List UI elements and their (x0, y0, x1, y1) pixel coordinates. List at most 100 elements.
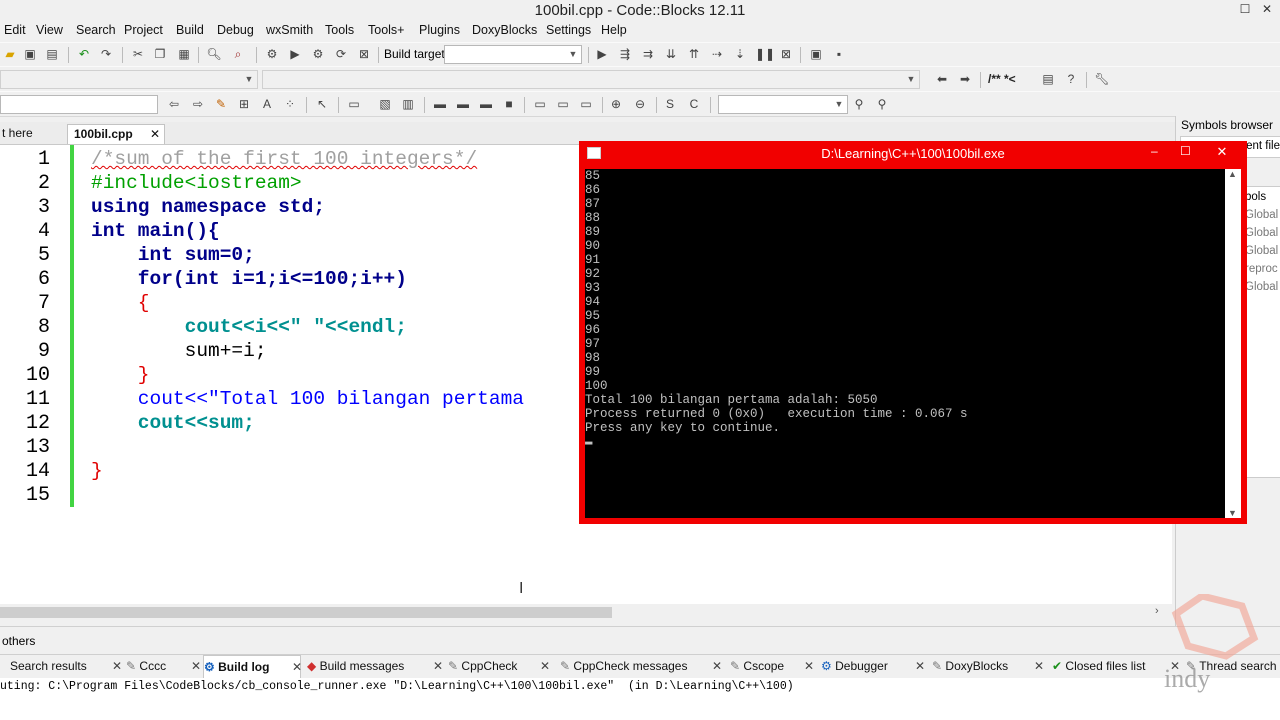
console-minimize-icon[interactable]: – (1151, 144, 1158, 158)
menu-tools-plus[interactable]: Tools+ (368, 23, 404, 37)
debug-windows-icon[interactable]: ▣ (808, 46, 824, 62)
step-into-icon[interactable]: ⇊ (663, 46, 679, 62)
layout-icon[interactable]: ▥ (400, 96, 416, 112)
c-icon[interactable]: C (686, 96, 702, 112)
tab-cccc[interactable]: ✎ Cccc ✕ (126, 655, 201, 678)
tab-cppcheck-messages[interactable]: ✎ CppCheck messages ✕ (560, 655, 722, 678)
menu-search[interactable]: Search (76, 23, 116, 37)
menu-doxyblocks[interactable]: DoxyBlocks (472, 23, 537, 37)
pause-icon[interactable]: ❚❚ (755, 46, 775, 62)
search-icon[interactable]: ⚲ (874, 96, 890, 112)
tree-item[interactable]: Global (1245, 281, 1278, 293)
scroll-down-icon[interactable]: ▼ (1228, 508, 1237, 518)
menu-help[interactable]: Help (601, 23, 627, 37)
copy-icon[interactable]: ❐ (152, 46, 168, 62)
tab-build-messages[interactable]: ◆ Build messages ✕ (307, 655, 443, 678)
tab-search-results[interactable]: Search results ✕ (0, 655, 128, 678)
menu-plugins[interactable]: Plugins (419, 23, 460, 37)
back-arrow-icon[interactable]: ⇦ (166, 96, 182, 112)
redo-icon[interactable]: ↷ (98, 46, 114, 62)
tree-item[interactable]: Global (1245, 245, 1278, 257)
frame-b-icon[interactable]: ▭ (555, 96, 571, 112)
select-icon[interactable]: ⁘ (282, 96, 298, 112)
replace-icon[interactable]: ⌕ (230, 46, 246, 62)
menu-debug[interactable]: Debug (217, 23, 254, 37)
text-icon[interactable]: A (259, 96, 275, 112)
abort-icon[interactable]: ⊠ (356, 46, 372, 62)
box-icon[interactable]: ■ (501, 96, 517, 112)
doxy-comment-button[interactable]: /** *< (988, 72, 1016, 86)
jump-back-icon[interactable]: ⬅ (934, 71, 950, 87)
menu-view[interactable]: View (36, 23, 63, 37)
rect-icon[interactable]: ▭ (346, 96, 362, 112)
open-folder-icon[interactable]: ▰ (2, 46, 18, 62)
tab-100bil-cpp[interactable]: 100bil.cpp ✕ (67, 124, 165, 144)
menu-wxsmith[interactable]: wxSmith (266, 23, 313, 37)
search-combo[interactable] (0, 95, 158, 114)
function-select[interactable]: ▼ (262, 70, 920, 89)
doxy-extract-icon[interactable]: ▤ (1040, 71, 1056, 87)
bookmark-icon[interactable]: ⊞ (236, 96, 252, 112)
frame-a-icon[interactable]: ▭ (532, 96, 548, 112)
zoom-out-icon[interactable]: ⊖ (632, 96, 648, 112)
console-scrollbar[interactable]: ▲ ▼ (1225, 169, 1241, 518)
build-target-select[interactable]: ▼ (444, 45, 582, 64)
menu-edit[interactable]: Edit (4, 23, 26, 37)
image-icon[interactable]: ▧ (377, 96, 393, 112)
close-button[interactable]: ✕ (1254, 0, 1280, 20)
forward-arrow-icon[interactable]: ⇨ (190, 96, 206, 112)
menu-tools[interactable]: Tools (325, 23, 354, 37)
scroll-right-icon[interactable]: › (1155, 605, 1159, 617)
menu-project[interactable]: Project (124, 23, 163, 37)
zoom-search-icon[interactable]: ⚲ (851, 96, 867, 112)
save-all-icon[interactable]: ▤ (44, 46, 60, 62)
align-top-icon[interactable]: ▬ (432, 96, 448, 112)
tab-cppcheck[interactable]: ✎ CppCheck ✕ (448, 655, 550, 678)
tab-build-log[interactable]: ⚙ Build log ✕ (203, 655, 302, 680)
tree-item[interactable]: bols (1245, 191, 1266, 203)
find-icon[interactable]: 🔍︎ (206, 46, 222, 62)
tree-item[interactable]: Global (1245, 209, 1278, 221)
menu-build[interactable]: Build (176, 23, 204, 37)
menu-settings[interactable]: Settings (546, 23, 591, 37)
zoom-select[interactable]: ▼ (718, 95, 848, 114)
tree-item[interactable]: reproc (1245, 263, 1278, 275)
editor-hscrollbar[interactable]: › (0, 604, 1172, 621)
scope-select[interactable]: ▼ (0, 70, 258, 89)
console-maximize-icon[interactable]: ☐ (1180, 144, 1191, 158)
cut-icon[interactable]: ✂ (130, 46, 146, 62)
console-close-button[interactable]: ✕ (1200, 142, 1244, 162)
undo-icon[interactable]: ↶ (76, 46, 92, 62)
paste-icon[interactable]: ▦ (176, 46, 192, 62)
various-info-icon[interactable]: ▪ (831, 46, 847, 62)
step-instruction-icon[interactable]: ⇣ (732, 46, 748, 62)
tab-closed-files-list[interactable]: ✔ Closed files list ✕ (1052, 655, 1180, 678)
scroll-thumb[interactable] (0, 607, 612, 618)
wrench-icon[interactable]: 🔧︎ (1094, 71, 1110, 87)
s-icon[interactable]: S (662, 96, 678, 112)
tab-start-here[interactable]: t here (0, 124, 66, 143)
frame-c-icon[interactable]: ▭ (578, 96, 594, 112)
save-icon[interactable]: ▣ (22, 46, 38, 62)
rebuild-icon[interactable]: ⟳ (333, 46, 349, 62)
tab-cscope[interactable]: ✎ Cscope ✕ (730, 655, 814, 678)
scroll-up-icon[interactable]: ▲ (1228, 169, 1237, 179)
stop-icon[interactable]: ⊠ (778, 46, 794, 62)
tab-debugger[interactable]: ⚙ Debugger ✕ (821, 655, 925, 678)
jump-forward-icon[interactable]: ➡ (957, 71, 973, 87)
debug-run-icon[interactable]: ▶ (594, 46, 610, 62)
doxy-help-icon[interactable]: ? (1063, 71, 1079, 87)
step-out-icon[interactable]: ⇈ (686, 46, 702, 62)
pointer-icon[interactable]: ↖ (314, 96, 330, 112)
tree-item[interactable]: Global (1245, 227, 1278, 239)
run-icon[interactable]: ▶ (287, 46, 303, 62)
next-instruction-icon[interactable]: ⇢ (709, 46, 725, 62)
build-gear-icon[interactable]: ⚙ (264, 46, 280, 62)
zoom-in-icon[interactable]: ⊕ (608, 96, 624, 112)
next-line-icon[interactable]: ⇉ (640, 46, 656, 62)
highlight-icon[interactable]: ✎ (213, 96, 229, 112)
run-to-cursor-icon[interactable]: ⇶ (617, 46, 633, 62)
build-run-icon[interactable]: ⚙ (310, 46, 326, 62)
tab-doxyblocks[interactable]: ✎ DoxyBlocks ✕ (932, 655, 1044, 678)
align-middle-icon[interactable]: ▬ (455, 96, 471, 112)
